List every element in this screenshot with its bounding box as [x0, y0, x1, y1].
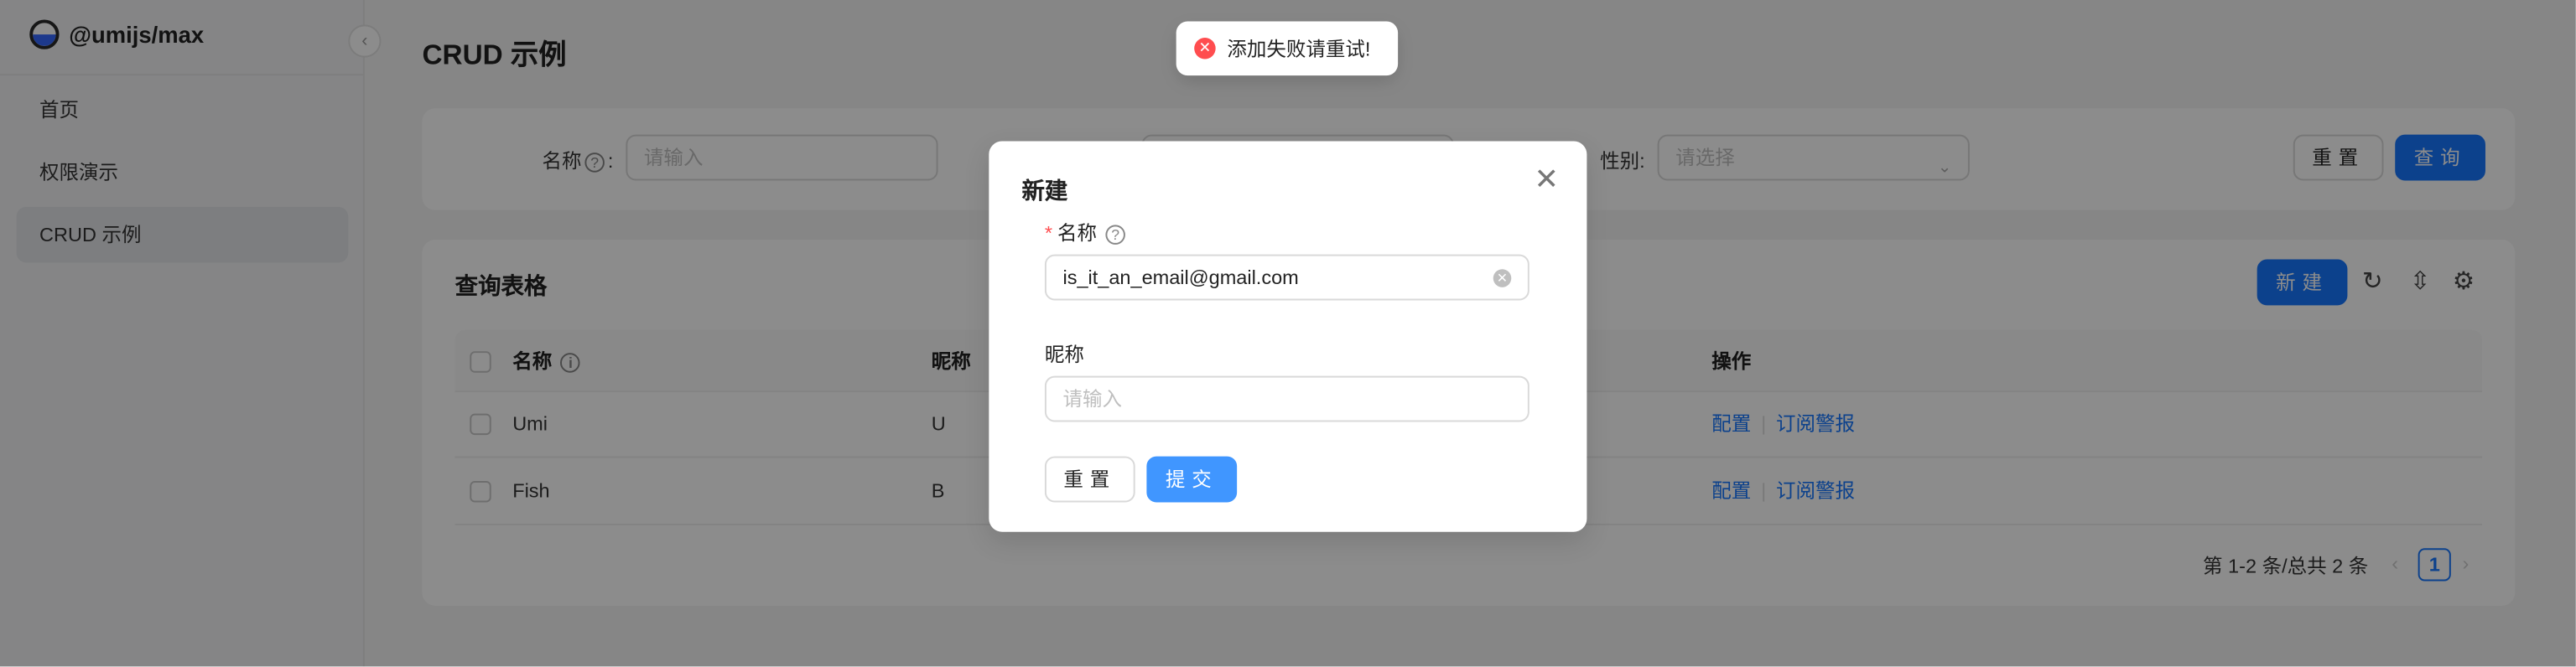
close-icon[interactable]: ✕	[1535, 164, 1560, 194]
button-label: 提交	[1165, 468, 1218, 491]
input-value: is_it_an_email@gmail.com	[1062, 266, 1299, 289]
modal-reset-button[interactable]: 重置	[1044, 456, 1135, 503]
error-message: ✕ 添加失败请重试!	[1176, 21, 1399, 76]
field-label-text: 名称	[1057, 221, 1097, 245]
close-circle-icon: ✕	[1194, 38, 1216, 59]
modal-name-input[interactable]: is_it_an_email@gmail.com ✕	[1044, 254, 1530, 301]
modal-nickname-input[interactable]: 请输入	[1044, 375, 1530, 422]
question-icon[interactable]: ?	[1105, 225, 1125, 245]
clear-icon[interactable]: ✕	[1493, 269, 1512, 287]
required-mark: *	[1044, 221, 1053, 245]
input-placeholder: 请输入	[1062, 387, 1123, 411]
modal-name-label: * 名称 ?	[1045, 219, 1129, 246]
message-text: 添加失败请重试!	[1227, 38, 1371, 61]
modal-title: 新建	[1021, 177, 1068, 204]
button-label: 重置	[1063, 468, 1117, 491]
new-modal: 新建 ✕ * 名称 ? is_it_an_email@gmail.com ✕ 昵称…	[989, 141, 1587, 532]
modal-nickname-label: 昵称	[1044, 343, 1084, 366]
modal-submit-button[interactable]: 提交	[1146, 456, 1238, 503]
